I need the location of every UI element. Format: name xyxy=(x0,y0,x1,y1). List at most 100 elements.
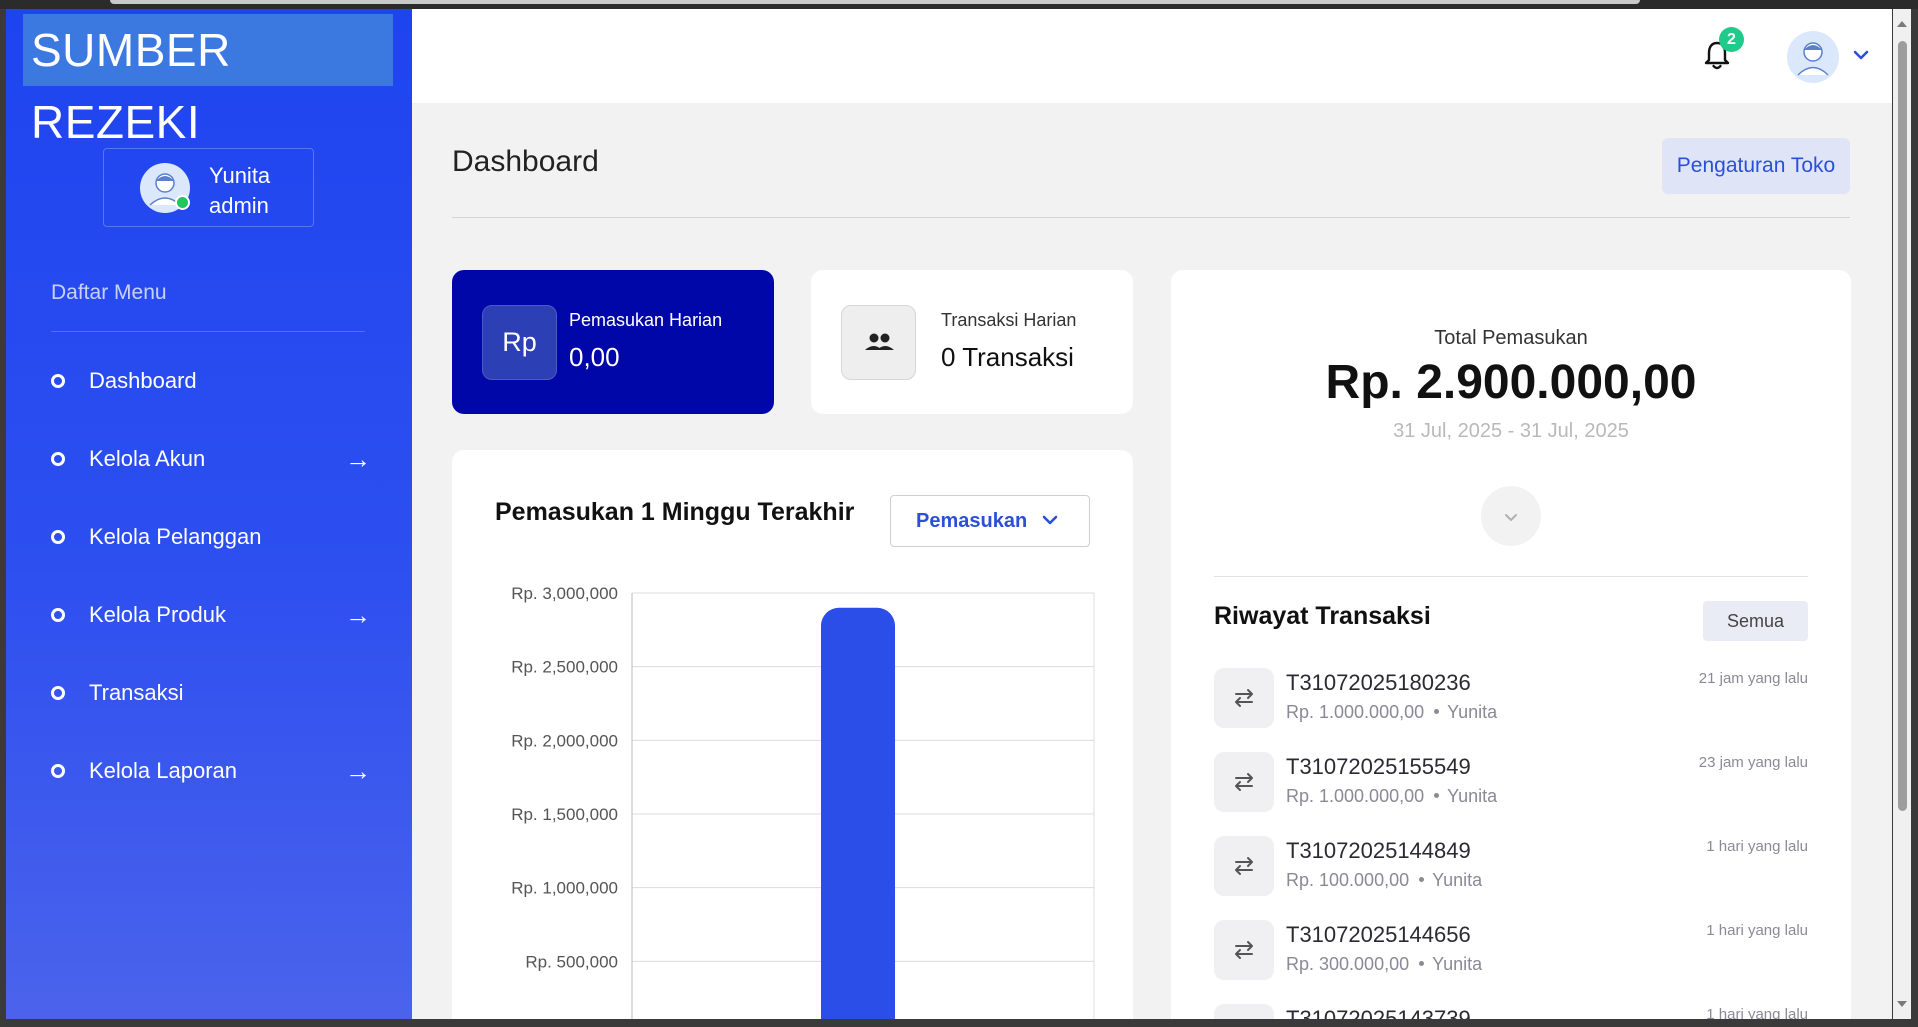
transaction-time: 1 hari yang lalu xyxy=(1706,838,1808,855)
user-role: admin xyxy=(209,193,269,218)
menu-divider xyxy=(51,331,365,332)
y-tick-label: Rp. 3,000,000 xyxy=(511,584,618,603)
income-bar-chart: Rp. 0Rp. 500,000Rp. 1,000,000Rp. 1,500,0… xyxy=(511,584,1095,1019)
daily-transactions-value: 0 Transaksi xyxy=(941,342,1074,372)
circle-bullet-icon xyxy=(51,452,65,466)
transfer-icon xyxy=(1214,920,1274,980)
store-settings-button[interactable]: Pengaturan Toko xyxy=(1662,138,1850,194)
window-titlebar xyxy=(110,0,1640,4)
transaction-row[interactable]: T31072025144656 Rp. 300.000,00 Yunita 1 har… xyxy=(1214,920,1808,984)
expand-button[interactable] xyxy=(1481,486,1541,546)
weekly-income-chart-card: Pemasukan 1 Minggu Terakhir Pemasukan Rp… xyxy=(452,450,1133,1019)
daily-income-label: Pemasukan Harian xyxy=(569,310,723,330)
transaction-id: T31072025155549 xyxy=(1286,754,1471,779)
sidebar-item-label: Transaksi xyxy=(89,680,184,705)
users-icon xyxy=(841,305,916,380)
transaction-amount: Rp. 1.000.000,00 xyxy=(1286,702,1425,722)
user-profile-card[interactable]: Yunita admin xyxy=(103,148,314,227)
circle-bullet-icon xyxy=(51,764,65,778)
circle-bullet-icon xyxy=(51,686,65,700)
sidebar-item-label: Kelola Akun xyxy=(89,446,206,471)
circle-bullet-icon xyxy=(51,608,65,622)
window-frame-top xyxy=(0,0,1918,9)
transaction-id: T31072025144656 xyxy=(1286,922,1471,947)
sidebar-item-kelola-akun[interactable]: Kelola Akun → xyxy=(51,437,371,481)
total-income-label: Total Pemasukan xyxy=(1434,327,1588,349)
transaction-row[interactable]: T31072025144849 Rp. 100.000,00 Yunita 1 har… xyxy=(1214,836,1808,900)
transaction-time: 1 hari yang lalu xyxy=(1706,922,1808,939)
y-tick-label: Rp. 500,000 xyxy=(525,952,618,971)
total-income-card: Total Pemasukan Rp. 2.900.000,00 31 Jul,… xyxy=(1171,270,1851,1019)
transaction-time: 23 jam yang lalu xyxy=(1698,754,1808,771)
transaction-user: Yunita xyxy=(1447,786,1498,806)
brand-logo[interactable]: SUMBER REZEKI xyxy=(23,14,393,148)
notification-badge: 2 xyxy=(1719,27,1744,52)
online-status-dot xyxy=(175,195,190,210)
header-divider xyxy=(452,217,1850,218)
transaction-user: Yunita xyxy=(1432,954,1483,974)
transaction-details: Rp. 300.000,00 Yunita xyxy=(1286,954,1482,975)
sidebar-item-label: Kelola Laporan xyxy=(89,758,238,783)
app-window: SUMBER REZEKI Yunita admin Daftar Menu D… xyxy=(6,9,1892,1019)
topbar: 2 xyxy=(412,9,1892,103)
sidebar-item-kelola-produk[interactable]: Kelola Produk → xyxy=(51,593,371,637)
arrow-right-icon: → xyxy=(345,756,371,786)
sidebar-item-label: Kelola Produk xyxy=(89,602,226,627)
view-all-button[interactable]: Semua xyxy=(1703,601,1808,641)
transaction-id: T31072025144849 xyxy=(1286,838,1471,863)
sidebar-item-kelola-pelanggan[interactable]: Kelola Pelanggan xyxy=(51,515,371,559)
page-scrollbar[interactable] xyxy=(1893,9,1911,1019)
transfer-icon xyxy=(1214,1004,1274,1019)
transaction-id: T31072025180236 xyxy=(1286,670,1471,695)
chart-title: Pemasukan 1 Minggu Terakhir xyxy=(495,498,855,526)
y-tick-label: Rp. 2,000,000 xyxy=(511,731,618,750)
profile-avatar-icon[interactable] xyxy=(1787,31,1839,83)
transaction-time: 1 hari yang lalu xyxy=(1706,1006,1808,1019)
scroll-down-icon[interactable] xyxy=(1897,1001,1907,1007)
chevron-down-icon xyxy=(1042,515,1058,525)
transaction-row[interactable]: T31072025180236 Rp. 1.000.000,00 Yunita 21 … xyxy=(1214,668,1808,732)
transaction-time: 21 jam yang lalu xyxy=(1698,670,1808,687)
scrollbar-thumb[interactable] xyxy=(1898,41,1907,811)
daily-income-card: Rp Pemasukan Harian 0,00 xyxy=(452,270,774,414)
rupiah-icon: Rp xyxy=(482,305,557,380)
sidebar-item-transaksi[interactable]: Transaksi xyxy=(51,671,371,715)
date-range: 31 Jul, 2025 - 31 Jul, 2025 xyxy=(1393,420,1629,442)
separator-dot xyxy=(1434,793,1440,799)
transfer-icon xyxy=(1214,668,1274,728)
transaction-row[interactable]: T31072025155549 Rp. 1.000.000,00 Yunita 23 … xyxy=(1214,752,1808,816)
transaction-user: Yunita xyxy=(1447,702,1498,722)
chart-bar[interactable] xyxy=(821,607,895,1019)
transaction-row[interactable]: T31072025143739 1 hari yang lalu xyxy=(1214,1004,1808,1019)
arrow-right-icon: → xyxy=(345,444,371,474)
section-divider xyxy=(1214,576,1808,577)
chevron-down-icon xyxy=(1505,514,1517,521)
sidebar-item-kelola-laporan[interactable]: Kelola Laporan → xyxy=(51,749,371,793)
separator-dot xyxy=(1419,961,1425,967)
daily-transactions-label: Transaksi Harian xyxy=(941,310,1077,330)
daily-income-value: 0,00 xyxy=(569,342,620,372)
transaction-amount: Rp. 1.000.000,00 xyxy=(1286,786,1425,806)
y-tick-label: Rp. 2,500,000 xyxy=(511,658,618,677)
transaction-amount: Rp. 100.000,00 xyxy=(1286,870,1410,890)
sidebar-item-label: Kelola Pelanggan xyxy=(89,524,262,549)
chevron-down-icon[interactable] xyxy=(1852,46,1870,64)
dropdown-selected-value: Pemasukan xyxy=(916,510,1028,532)
user-name: Yunita xyxy=(209,163,271,188)
transaction-user: Yunita xyxy=(1432,870,1483,890)
separator-dot xyxy=(1419,877,1425,883)
total-income-value: Rp. 2.900.000,00 xyxy=(1325,356,1697,409)
scroll-up-icon[interactable] xyxy=(1897,21,1907,27)
transaction-id: T31072025143739 xyxy=(1286,1006,1471,1019)
transfer-icon xyxy=(1214,836,1274,896)
sidebar-item-dashboard[interactable]: Dashboard xyxy=(51,359,371,403)
sidebar-item-label: Dashboard xyxy=(89,368,197,393)
circle-bullet-icon xyxy=(51,374,65,388)
circle-bullet-icon xyxy=(51,530,65,544)
daily-transactions-card: Transaksi Harian 0 Transaksi xyxy=(811,270,1133,414)
transaction-history-title: Riwayat Transaksi xyxy=(1214,602,1431,630)
transaction-amount: Rp. 300.000,00 xyxy=(1286,954,1410,974)
y-tick-label: Rp. 1,000,000 xyxy=(511,879,618,898)
chart-type-dropdown[interactable]: Pemasukan xyxy=(890,495,1090,547)
transaction-details: Rp. 1.000.000,00 Yunita xyxy=(1286,702,1497,723)
